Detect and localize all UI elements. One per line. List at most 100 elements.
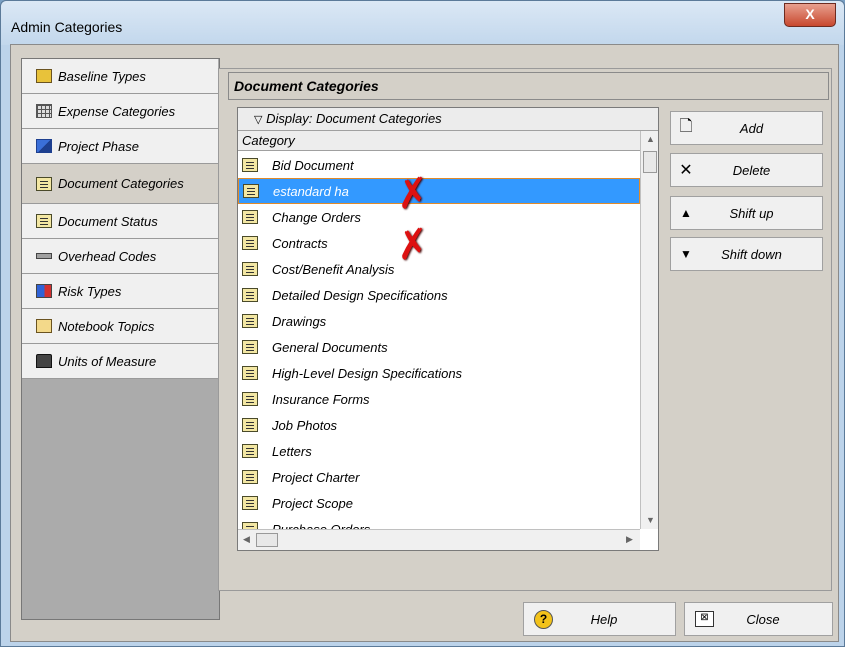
list-item[interactable]: Change Orders bbox=[238, 204, 640, 230]
scroll-thumb[interactable] bbox=[256, 533, 278, 547]
sidebar-item-baseline-types[interactable]: Baseline Types bbox=[22, 59, 218, 94]
red-x-annotation: ✗ bbox=[392, 168, 433, 220]
list-item[interactable]: Bid Document bbox=[238, 152, 640, 178]
baseline-icon bbox=[36, 69, 52, 83]
list-item[interactable]: Contracts bbox=[238, 230, 640, 256]
arrow-down-icon: ▼ bbox=[680, 247, 692, 261]
sidebar-item-project-phase[interactable]: Project Phase bbox=[22, 129, 218, 164]
sidebar-item-units-of-measure[interactable]: Units of Measure bbox=[22, 344, 218, 379]
sidebar-item-overhead-codes[interactable]: Overhead Codes bbox=[22, 239, 218, 274]
list-item[interactable]: Job Photos bbox=[238, 412, 640, 438]
overhead-icon bbox=[36, 253, 52, 259]
document-icon bbox=[242, 262, 258, 276]
list-item-label: Bid Document bbox=[272, 157, 354, 173]
horizontal-scrollbar[interactable]: ◀ ▶ bbox=[238, 529, 640, 550]
list-item-label: Contracts bbox=[272, 235, 328, 251]
calculator-icon bbox=[36, 104, 52, 118]
document-icon bbox=[242, 444, 258, 458]
display-filter-bar[interactable]: ▽ Display: Document Categories bbox=[238, 108, 658, 131]
list-item-label: Insurance Forms bbox=[272, 391, 370, 407]
window-close-button[interactable]: X bbox=[784, 3, 836, 27]
scroll-right-icon[interactable]: ▶ bbox=[626, 534, 633, 545]
list-item[interactable]: High-Level Design Specifications bbox=[238, 360, 640, 386]
list-item-label: Change Orders bbox=[272, 209, 361, 225]
list-item[interactable]: Cost/Benefit Analysis bbox=[238, 256, 640, 282]
document-icon bbox=[242, 340, 258, 354]
list-item[interactable]: Detailed Design Specifications bbox=[238, 282, 640, 308]
delete-button[interactable]: ✕ Delete bbox=[670, 153, 823, 187]
sidebar-item-label: Baseline Types bbox=[58, 68, 146, 84]
window-title: Admin Categories bbox=[11, 19, 123, 35]
list-item-label: Cost/Benefit Analysis bbox=[272, 261, 395, 277]
list-item-label: Job Photos bbox=[272, 417, 338, 433]
help-button[interactable]: ? Help bbox=[523, 602, 676, 636]
document-icon bbox=[242, 392, 258, 406]
close-button[interactable]: ⊠ Close bbox=[684, 602, 833, 636]
list-item[interactable]: Project Scope bbox=[238, 490, 640, 516]
scroll-up-icon[interactable]: ▲ bbox=[646, 134, 655, 144]
delete-button-label: Delete bbox=[732, 162, 771, 178]
sidebar-item-label: Overhead Codes bbox=[58, 248, 157, 264]
column-header-category[interactable]: Category bbox=[238, 131, 640, 151]
sidebar-item-expense-categories[interactable]: Expense Categories bbox=[22, 94, 218, 129]
sidebar-item-label: Document Categories bbox=[58, 176, 184, 191]
dialog-client-area: Baseline Types Expense Categories Projec… bbox=[10, 44, 839, 642]
list-item-label: High-Level Design Specifications bbox=[272, 365, 463, 381]
sidebar-item-risk-types[interactable]: Risk Types bbox=[22, 274, 218, 309]
list-item[interactable]: Drawings bbox=[238, 308, 640, 334]
phase-icon bbox=[36, 139, 52, 153]
document-icon bbox=[242, 236, 258, 250]
document-icon bbox=[242, 496, 258, 510]
shift-up-button-label: Shift up bbox=[729, 205, 774, 221]
category-sidebar: Baseline Types Expense Categories Projec… bbox=[21, 58, 220, 620]
list-rows: Bid Document estandard ha Change Orders Con… bbox=[238, 152, 640, 542]
document-icon bbox=[242, 210, 258, 224]
shift-up-button[interactable]: ▲ Shift up bbox=[670, 196, 823, 230]
list-item-label: estandard ha bbox=[273, 183, 349, 199]
help-button-label: Help bbox=[590, 611, 618, 627]
list-item[interactable]: General Documents bbox=[238, 334, 640, 360]
scroll-left-icon[interactable]: ◀ bbox=[243, 534, 250, 545]
sidebar-item-label: Units of Measure bbox=[58, 353, 157, 369]
chevron-down-icon: ▽ bbox=[254, 114, 263, 126]
list-item[interactable]: Insurance Forms bbox=[238, 386, 640, 412]
shift-down-button-label: Shift down bbox=[721, 246, 782, 262]
list-item[interactable]: estandard ha bbox=[238, 178, 640, 204]
document-icon bbox=[242, 158, 258, 172]
document-icon bbox=[242, 314, 258, 328]
sidebar-item-document-categories[interactable]: Document Categories bbox=[22, 164, 220, 204]
sidebar-item-label: Expense Categories bbox=[58, 103, 176, 119]
document-icon bbox=[242, 288, 258, 302]
scroll-down-icon[interactable]: ▼ bbox=[646, 515, 655, 525]
sidebar-item-label: Project Phase bbox=[58, 138, 139, 154]
add-button-label: Add bbox=[739, 120, 764, 136]
add-button[interactable]: 🗋 Add bbox=[670, 111, 823, 145]
units-icon bbox=[36, 354, 52, 368]
sidebar-item-label: Risk Types bbox=[58, 283, 122, 299]
title-bar: Admin Categories X bbox=[1, 1, 844, 45]
list-item-label: Detailed Design Specifications bbox=[272, 287, 448, 303]
sidebar-item-notebook-topics[interactable]: Notebook Topics bbox=[22, 309, 218, 344]
list-item-label: General Documents bbox=[272, 339, 388, 355]
document-icon bbox=[243, 184, 259, 198]
sidebar-item-document-status[interactable]: Document Status bbox=[22, 204, 218, 239]
close-button-label: Close bbox=[746, 611, 780, 627]
document-icon bbox=[242, 366, 258, 380]
new-document-icon: 🗋 bbox=[679, 117, 693, 135]
list-item-label: Drawings bbox=[272, 313, 327, 329]
list-item[interactable]: Project Charter bbox=[238, 464, 640, 490]
vertical-scrollbar[interactable]: ▲ ▼ bbox=[640, 131, 658, 529]
display-label: Display: Document Categories bbox=[266, 111, 442, 126]
close-window-icon: ⊠ bbox=[695, 611, 714, 627]
notebook-icon bbox=[36, 319, 52, 333]
shift-down-button[interactable]: ▼ Shift down bbox=[670, 237, 823, 271]
list-item-label: Project Scope bbox=[272, 495, 353, 511]
risk-icon bbox=[36, 284, 52, 298]
list-item[interactable]: Letters bbox=[238, 438, 640, 464]
list-item-label: Letters bbox=[272, 443, 312, 459]
sidebar-item-label: Document Status bbox=[58, 213, 158, 229]
admin-categories-window: Admin Categories X Baseline Types Expens… bbox=[0, 0, 845, 647]
red-x-annotation: ✗ bbox=[392, 219, 433, 271]
scroll-thumb[interactable] bbox=[643, 151, 657, 173]
delete-icon: ✕ bbox=[679, 162, 693, 179]
